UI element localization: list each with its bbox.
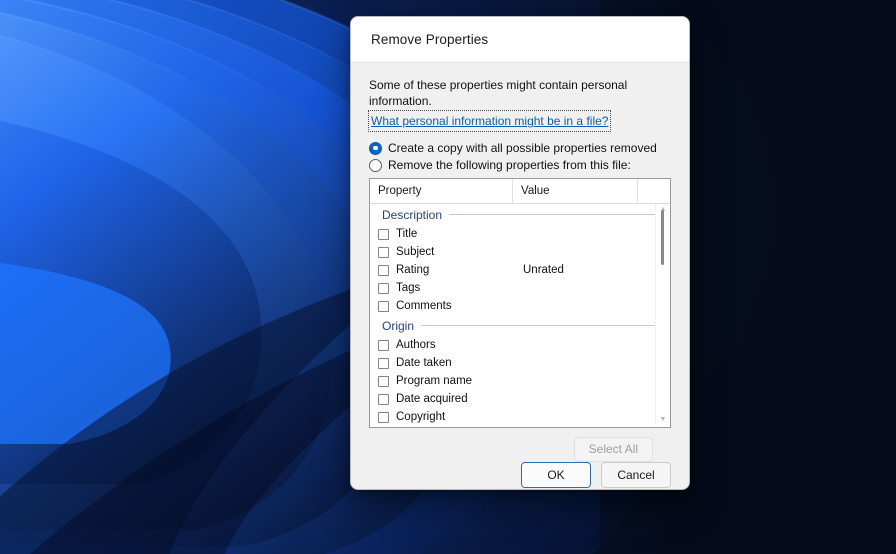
property-list-header: Property Value [370,179,670,204]
property-name: Date taken [396,357,452,369]
list-item[interactable]: Tags [370,279,670,297]
property-name: Rating [396,264,430,276]
list-item[interactable]: Subject [370,243,670,261]
property-name: Comments [396,300,452,312]
column-header-extra[interactable] [638,179,670,203]
list-item[interactable]: Program name [370,372,670,390]
checkbox-copyright[interactable] [378,411,389,423]
property-list-scrollbar[interactable]: ▲ ▼ [655,204,669,426]
remove-properties-dialog: Remove Properties Some of these properti… [350,16,690,490]
cancel-button[interactable]: Cancel [601,462,671,488]
list-item[interactable]: Copyright [370,408,670,426]
dialog-title: Remove Properties [371,31,489,47]
property-value: Unrated [523,264,564,276]
ok-button[interactable]: OK [521,462,591,488]
radio-option-remove-selected[interactable]: Remove the following properties from thi… [369,158,671,172]
property-name: Copyright [396,411,446,423]
scroll-down-arrow-icon[interactable]: ▼ [656,414,670,426]
list-item[interactable]: Authors [370,336,670,354]
property-name: Date acquired [396,393,468,405]
group-header-origin: Origin [370,315,670,336]
column-header-property[interactable]: Property [370,179,513,203]
radio-indicator-create-copy[interactable] [369,141,382,155]
intro-text: Some of these properties might contain p… [369,78,628,108]
help-link-focus-ring: What personal information might be in a … [367,110,612,132]
property-list[interactable]: Property Value Description Title Subject… [369,178,671,428]
property-name: Program name [396,375,473,387]
select-all-row: Select All [369,428,671,462]
radio-label-create-copy: Create a copy with all possible properti… [388,141,657,155]
personal-information-help-link[interactable]: What personal information might be in a … [371,114,608,128]
checkbox-comments[interactable] [378,300,389,312]
group-header-label: Origin [382,318,415,333]
checkbox-tags[interactable] [378,282,389,294]
list-item[interactable]: Comments [370,297,670,315]
property-name: Subject [396,246,435,258]
dialog-footer: OK Cancel [351,462,689,489]
checkbox-program-name[interactable] [378,375,389,387]
radio-option-create-copy[interactable]: Create a copy with all possible properti… [369,141,671,155]
dialog-titlebar: Remove Properties [351,17,689,61]
group-header-label: Description [382,207,443,222]
radio-indicator-remove-selected[interactable] [369,158,382,172]
property-name: Tags [396,282,421,294]
checkbox-authors[interactable] [378,339,389,351]
column-header-value[interactable]: Value [513,179,638,203]
list-item[interactable]: Date acquired [370,390,670,408]
checkbox-date-taken[interactable] [378,357,389,369]
list-item[interactable]: Rating Unrated [370,261,670,279]
group-header-rule [421,325,656,326]
property-name: Authors [396,339,436,351]
property-name: Title [396,228,418,240]
radio-label-remove-selected: Remove the following properties from thi… [388,158,631,172]
desktop: Remove Properties Some of these properti… [0,0,896,554]
select-all-button[interactable]: Select All [573,437,653,462]
group-header-rule [449,214,656,215]
checkbox-title[interactable] [378,228,389,240]
list-item[interactable]: Title [370,225,670,243]
dialog-body: Some of these properties might contain p… [351,61,689,462]
scrollbar-thumb[interactable] [661,210,664,265]
group-header-description: Description [370,204,670,225]
checkbox-rating[interactable] [378,264,389,276]
property-list-scroll-area[interactable]: Description Title Subject Rating Unrated… [370,204,670,427]
list-item[interactable]: Date taken [370,354,670,372]
checkbox-subject[interactable] [378,246,389,258]
checkbox-date-acquired[interactable] [378,393,389,405]
